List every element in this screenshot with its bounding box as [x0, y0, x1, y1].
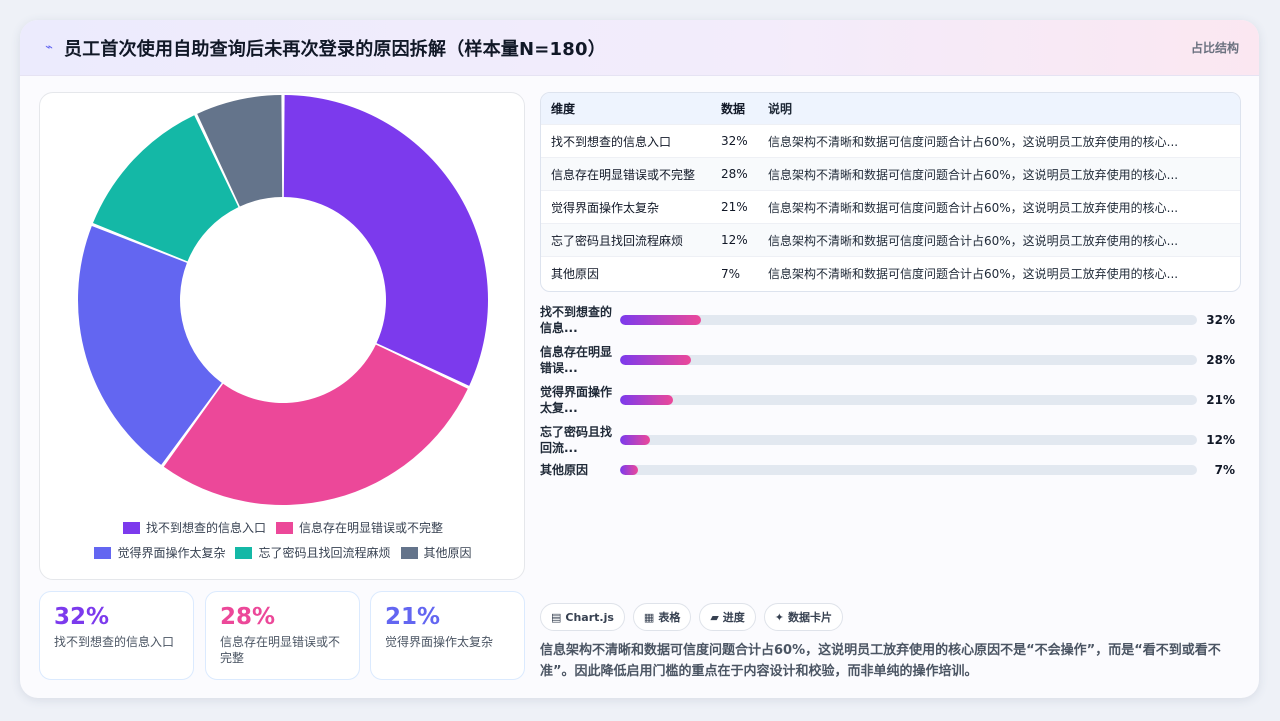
chart-icon: ▤: [551, 610, 562, 624]
progress-chip[interactable]: ▰ 进度: [699, 603, 756, 631]
progress-fill: [620, 315, 701, 325]
stat-card: 32% 找不到想查的信息入口: [39, 591, 194, 680]
progress-row: 信息存在明显错误... 28%: [540, 344, 1241, 376]
doughnut-panel: 找不到想查的信息入口 信息存在明显错误或不完整觉得界面操作太复杂 忘了密码且找回流程…: [39, 92, 525, 580]
card-icon: ✦: [774, 610, 785, 624]
progress-label: 信息存在明显错误...: [540, 345, 613, 375]
progress-value: 28%: [1206, 353, 1235, 367]
legend-label: 觉得界面操作太复杂: [117, 546, 226, 560]
progress-track: [620, 465, 1197, 475]
legend-swatch: [276, 521, 293, 534]
stat-card: 21% 觉得界面操作太复杂: [370, 591, 525, 680]
table-row: 忘了密码且找回流程麻烦 12% 信息架构不清晰和数据可信度问题合计占60%，这说…: [541, 224, 1240, 257]
stat-value: 21%: [385, 604, 441, 630]
legend-item[interactable]: 信息存在明显错误或不完整: [276, 519, 443, 536]
table-row: 觉得界面操作太复杂 21% 信息架构不清晰和数据可信度问题合计占60%，这说明员…: [541, 191, 1240, 224]
table-cell: 12%: [721, 233, 748, 247]
chip-group: ▤ Chart.js ▦ 表格 ▰ 进度 ✦ 数据卡片: [540, 603, 844, 631]
table-row: 信息存在明显错误或不完整 28% 信息架构不清晰和数据可信度问题合计占60%，这…: [541, 158, 1240, 191]
chart-legend: 找不到想查的信息入口 信息存在明显错误或不完整觉得界面操作太复杂 忘了密码且找回流程…: [40, 519, 526, 561]
progress-track: [620, 395, 1197, 405]
legend-swatch: [122, 521, 140, 534]
table-header-row: 维度 数据 说明: [541, 93, 1240, 125]
legend-label: 找不到想查的信息入口: [145, 521, 266, 535]
table-row: 找不到想查的信息入口 32% 信息架构不清晰和数据可信度问题合计占60%，这说明…: [541, 125, 1240, 158]
data-table: 维度 数据 说明 找不到想查的信息入口 32% 信息架构不清晰和数据可信度问题合…: [540, 92, 1241, 292]
stat-value: 32%: [54, 604, 110, 630]
progress-track: [620, 315, 1197, 325]
progress-fill: [620, 355, 691, 365]
chip-label: 数据卡片: [788, 611, 833, 624]
doughnut-slice[interactable]: [283, 95, 488, 386]
stat-value: 28%: [220, 604, 276, 630]
legend-item[interactable]: 觉得界面操作太复杂: [94, 544, 225, 561]
title-wrap: ⌁ 员工首次使用自助查询后未再次登录的原因拆解（样本量N=180）: [42, 35, 606, 61]
chip-label: 进度: [722, 611, 745, 624]
progress-value: 21%: [1206, 393, 1235, 407]
legend-label: 忘了密码且找回流程麻烦: [258, 546, 391, 560]
column-header: 数据: [721, 102, 746, 116]
legend-item[interactable]: 忘了密码且找回流程麻烦: [235, 544, 391, 561]
table-cell: 21%: [721, 200, 748, 214]
chart-js-chip[interactable]: ▤ Chart.js: [540, 603, 625, 631]
data-card-chip[interactable]: ✦ 数据卡片: [763, 603, 844, 631]
card-header: ⌁ 员工首次使用自助查询后未再次登录的原因拆解（样本量N=180） 占比结构: [20, 20, 1259, 76]
table-cell: 忘了密码且找回流程麻烦: [551, 233, 684, 248]
table-icon: ▦: [643, 610, 655, 624]
legend-item[interactable]: 找不到想查的信息入口: [122, 519, 266, 536]
progress-label: 找不到想查的信息...: [540, 305, 613, 335]
table-cell: 7%: [721, 266, 741, 281]
progress-fill: [620, 395, 673, 405]
stat-label: 觉得界面操作太复杂: [385, 635, 494, 649]
page-title: 员工首次使用自助查询后未再次登录的原因拆解（样本量N=180）: [64, 38, 606, 60]
column-header: 说明: [768, 102, 793, 116]
progress-row: 忘了密码且找回流... 12%: [540, 424, 1241, 456]
legend-label: 信息存在明显错误或不完整: [299, 521, 444, 535]
progress-fill: [620, 435, 650, 445]
table-cell: 28%: [721, 167, 748, 181]
legend-label: 其他原因: [423, 546, 472, 560]
table-cell: 找不到想查的信息入口: [551, 134, 672, 149]
progress-value: 32%: [1206, 313, 1235, 327]
table-cell: 信息架构不清晰和数据可信度问题合计占60%，这说明员工放弃使用的核心...: [768, 167, 1179, 182]
progress-row: 觉得界面操作太复... 21%: [540, 384, 1241, 416]
progress-icon: ▰: [710, 610, 719, 624]
doughnut-chart: [78, 95, 488, 506]
table-cell: 觉得界面操作太复杂: [551, 200, 660, 215]
progress-fill: [620, 465, 638, 475]
table-cell: 信息架构不清晰和数据可信度问题合计占60%，这说明员工放弃使用的核心...: [768, 267, 1179, 281]
dashboard-card: ⌁ 员工首次使用自助查询后未再次登录的原因拆解（样本量N=180） 占比结构 找…: [20, 20, 1259, 698]
legend-swatch: [400, 546, 418, 559]
stat-label: 找不到想查的信息入口: [54, 635, 175, 649]
chip-label: 表格: [658, 611, 681, 624]
legend-swatch: [235, 546, 253, 559]
table-cell: 信息存在明显错误或不完整: [551, 167, 696, 182]
chip-label: Chart.js: [565, 610, 614, 624]
legend-item[interactable]: 其他原因: [400, 544, 472, 561]
progress-track: [620, 355, 1197, 365]
progress-label: 觉得界面操作太复...: [540, 385, 613, 415]
progress-row: 找不到想查的信息... 32%: [540, 304, 1241, 336]
progress-label: 忘了密码且找回流...: [540, 425, 613, 455]
table-cell: 其他原因: [551, 267, 600, 281]
sparkle-icon: ⌁: [45, 40, 53, 55]
column-header: 维度: [551, 102, 576, 116]
table-cell: 32%: [721, 134, 748, 148]
progress-value: 12%: [1206, 433, 1235, 447]
progress-track: [620, 435, 1197, 445]
summary-text: 信息架构不清晰和数据可信度问题合计占60%，这说明员工放弃使用的核心原因不是“不…: [540, 643, 1221, 679]
progress-value: 7%: [1214, 463, 1235, 477]
header-tag: 占比结构: [1190, 41, 1239, 55]
table-cell: 信息架构不清晰和数据可信度问题合计占60%，这说明员工放弃使用的核心...: [768, 134, 1179, 149]
table-cell: 信息架构不清晰和数据可信度问题合计占60%，这说明员工放弃使用的核心...: [768, 200, 1179, 215]
legend-swatch: [94, 546, 112, 559]
stat-card: 28% 信息存在明显错误或不完整: [205, 591, 360, 680]
progress-row: 其他原因 7%: [540, 462, 1241, 478]
table-cell: 信息架构不清晰和数据可信度问题合计占60%，这说明员工放弃使用的核心...: [768, 233, 1179, 248]
progress-label: 其他原因: [540, 463, 589, 477]
stat-label: 信息存在明显错误或不完整: [220, 635, 341, 665]
doughnut-slice[interactable]: [163, 344, 468, 506]
table-chip[interactable]: ▦ 表格: [632, 603, 692, 631]
table-row: 其他原因 7% 信息架构不清晰和数据可信度问题合计占60%，这说明员工放弃使用的…: [541, 257, 1240, 290]
